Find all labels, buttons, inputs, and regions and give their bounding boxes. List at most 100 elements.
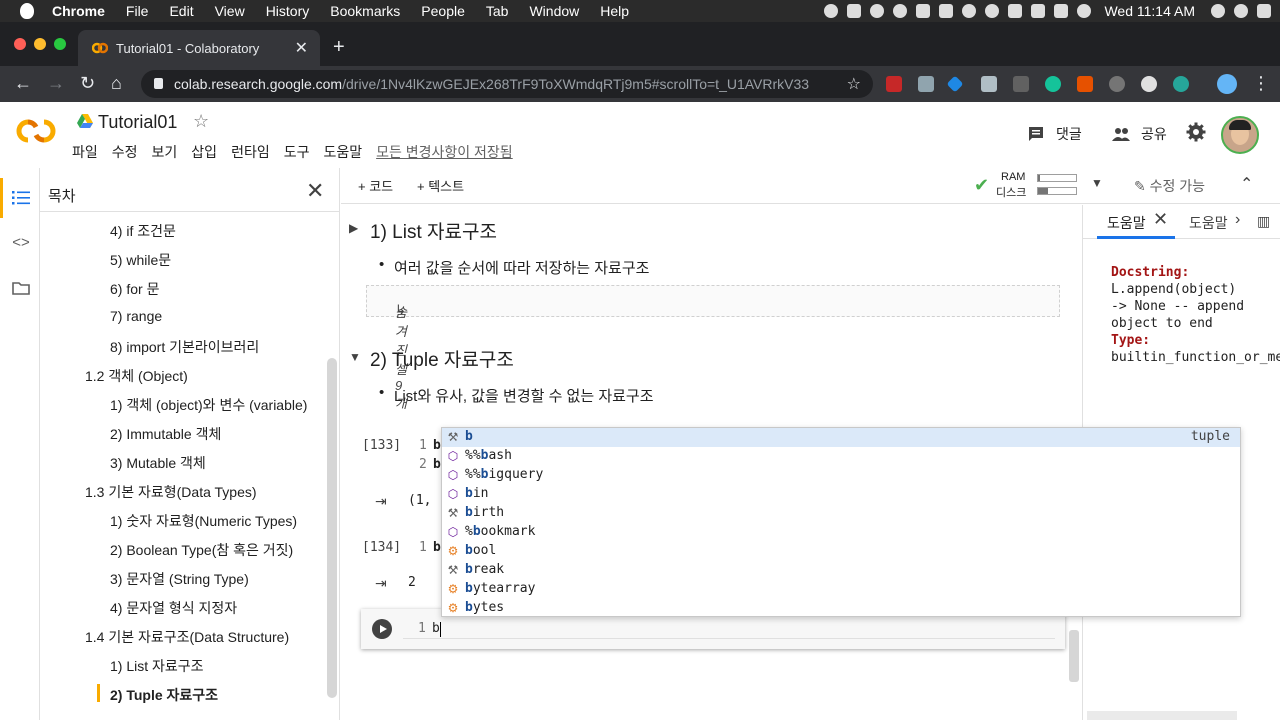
add-code-button[interactable]: + 코드 [358, 176, 393, 195]
output-icon[interactable]: ⇥ [375, 493, 387, 510]
toc-item[interactable]: 8) import 기본라이브러리 [110, 337, 259, 357]
siri-icon[interactable] [1234, 4, 1248, 18]
extension-blue-icon[interactable] [946, 75, 964, 93]
spotlight-icon[interactable] [1211, 4, 1225, 18]
home-icon[interactable]: ⌂ [111, 73, 122, 94]
menu-colab-file[interactable]: 파일 [72, 142, 98, 162]
toc-item[interactable]: 1.4 기본 자료구조(Data Structure) [85, 627, 289, 647]
menu-edit[interactable]: Edit [169, 3, 193, 19]
menu-colab-help[interactable]: 도움말 [323, 142, 362, 162]
new-tab-icon[interactable]: + [333, 36, 345, 59]
table-of-contents-icon[interactable] [12, 190, 30, 206]
grid-view-icon[interactable]: ▥ [1257, 213, 1270, 230]
extension-red-icon[interactable] [886, 76, 902, 92]
address-bar[interactable]: colab.research.google.com/drive/1Nv4lKzw… [141, 70, 873, 98]
toc-item[interactable]: 7) range [110, 308, 162, 324]
notification-center-icon[interactable] [1257, 4, 1271, 18]
input-source-icon[interactable] [1031, 4, 1046, 18]
close-tab-icon[interactable]: ✕ [1153, 209, 1168, 230]
menu-view[interactable]: View [215, 3, 245, 19]
toc-item[interactable]: 1) List 자료구조 [110, 656, 204, 676]
eject-icon[interactable] [1054, 4, 1069, 18]
reload-icon[interactable]: ↻ [80, 73, 95, 94]
toc-item[interactable]: 1.3 기본 자료형(Data Types) [85, 482, 257, 502]
menu-file[interactable]: File [126, 3, 149, 19]
bookmark-star-icon[interactable]: ☆ [847, 74, 861, 94]
autocomplete-item[interactable]: ⚙ bytes [442, 599, 1240, 618]
output-icon[interactable]: ⇥ [375, 575, 387, 592]
autocomplete-item[interactable]: ⚒ b tuple [442, 428, 1240, 447]
edit-mode-button[interactable]: ✎ 수정 가능 [1134, 176, 1205, 196]
code-snippets-icon[interactable]: <> [12, 234, 30, 251]
collapse-header-icon[interactable]: ⌃ [1240, 174, 1253, 194]
chrome-menu-icon[interactable]: ⋮ [1252, 73, 1270, 94]
volume-icon[interactable] [1077, 4, 1092, 18]
settings-gear-icon[interactable] [1186, 122, 1206, 142]
extension-circle-icon[interactable] [1141, 76, 1157, 92]
grammarly-icon[interactable] [1045, 76, 1061, 92]
toc-item[interactable]: 2) Immutable 객체 [110, 424, 221, 444]
toc-item[interactable]: 1) 객체 (object)와 변수 (variable) [110, 395, 307, 415]
hidden-cells-bar[interactable]: ↳ 숨겨진 셀 9개 [366, 285, 1060, 411]
autocomplete-item[interactable]: ⬡ %%bash [442, 447, 1240, 466]
notebook-title[interactable]: Tutorial01 [98, 112, 177, 133]
files-folder-icon[interactable] [12, 280, 30, 296]
zoom-window-button[interactable] [54, 38, 66, 50]
record-icon[interactable] [893, 4, 908, 18]
menu-window[interactable]: Window [529, 3, 579, 19]
collapse-section-icon[interactable]: ▼ [349, 350, 361, 364]
translate-icon[interactable] [916, 4, 931, 18]
back-icon[interactable]: ← [14, 73, 32, 94]
toc-item-current[interactable]: 2) Tuple 자료구조 [110, 685, 218, 705]
autocomplete-item[interactable]: ⬡ %%bigquery [442, 466, 1240, 485]
help-scrollbar[interactable] [1087, 711, 1237, 720]
ram-meter[interactable] [1037, 174, 1077, 182]
code-text[interactable]: b [432, 621, 440, 636]
content-scrollbar[interactable] [1069, 630, 1079, 682]
tab-help-active[interactable]: 도움말 [1107, 213, 1146, 233]
toc-item[interactable]: 5) while문 [110, 250, 171, 270]
user-avatar[interactable] [1221, 116, 1259, 154]
dropbox-icon[interactable] [847, 4, 862, 18]
toc-item[interactable]: 1.2 객체 (Object) [85, 366, 188, 386]
disk-meter[interactable] [1037, 187, 1077, 195]
toc-item[interactable]: 1) 숫자 자료형(Numeric Types) [110, 511, 297, 531]
stop-icon[interactable] [824, 4, 839, 18]
menu-tab[interactable]: Tab [486, 3, 509, 19]
code-text[interactable]: b [433, 438, 441, 453]
autocomplete-item[interactable]: ⚒ break [442, 561, 1240, 580]
extension-m-icon[interactable] [1173, 76, 1189, 92]
forward-icon[interactable]: → [47, 73, 65, 94]
close-icon[interactable]: ✕ [306, 178, 324, 204]
minimize-window-button[interactable] [34, 38, 46, 50]
menu-app-chrome[interactable]: Chrome [52, 3, 105, 19]
run-cell-button[interactable] [372, 619, 392, 639]
autocomplete-item[interactable]: ⬡ bin [442, 485, 1240, 504]
menu-bookmarks[interactable]: Bookmarks [330, 3, 400, 19]
profile-avatar-icon[interactable] [1217, 74, 1237, 94]
toc-item[interactable]: 3) Mutable 객체 [110, 453, 206, 473]
code-text[interactable]: b [433, 457, 441, 472]
sync-icon[interactable] [870, 4, 885, 18]
star-notebook-icon[interactable]: ☆ [193, 111, 209, 132]
menu-people[interactable]: People [421, 3, 465, 19]
menu-colab-tools[interactable]: 도구 [284, 142, 310, 162]
save-status[interactable]: 모든 변경사항이 저장됨 [376, 142, 513, 162]
autocomplete-item[interactable]: ⬡ %bookmark [442, 523, 1240, 542]
extension-orange-icon[interactable] [1077, 76, 1093, 92]
tab-help[interactable]: 도움말 [1189, 213, 1228, 233]
toc-item[interactable]: 2) Boolean Type(참 혹은 거짓) [110, 540, 293, 560]
share-button[interactable]: 공유 [1111, 124, 1167, 144]
add-text-button[interactable]: + 텍스트 [417, 176, 464, 195]
extension-bulb-icon[interactable] [1109, 76, 1125, 92]
menu-help[interactable]: Help [600, 3, 629, 19]
toc-item[interactable]: 3) 문자열 (String Type) [110, 569, 249, 589]
autocomplete-item[interactable]: ⚙ bytearray [442, 580, 1240, 599]
toc-item[interactable]: 4) 문자열 형식 지정자 [110, 598, 237, 618]
toc-item[interactable]: 6) for 문 [110, 279, 159, 299]
menu-colab-insert[interactable]: 삽입 [191, 142, 217, 162]
airplay-icon[interactable] [1008, 4, 1023, 18]
close-window-button[interactable] [14, 38, 26, 50]
extension-dark-icon[interactable] [1013, 76, 1029, 92]
comment-button[interactable]: 댓글 [1028, 124, 1082, 144]
